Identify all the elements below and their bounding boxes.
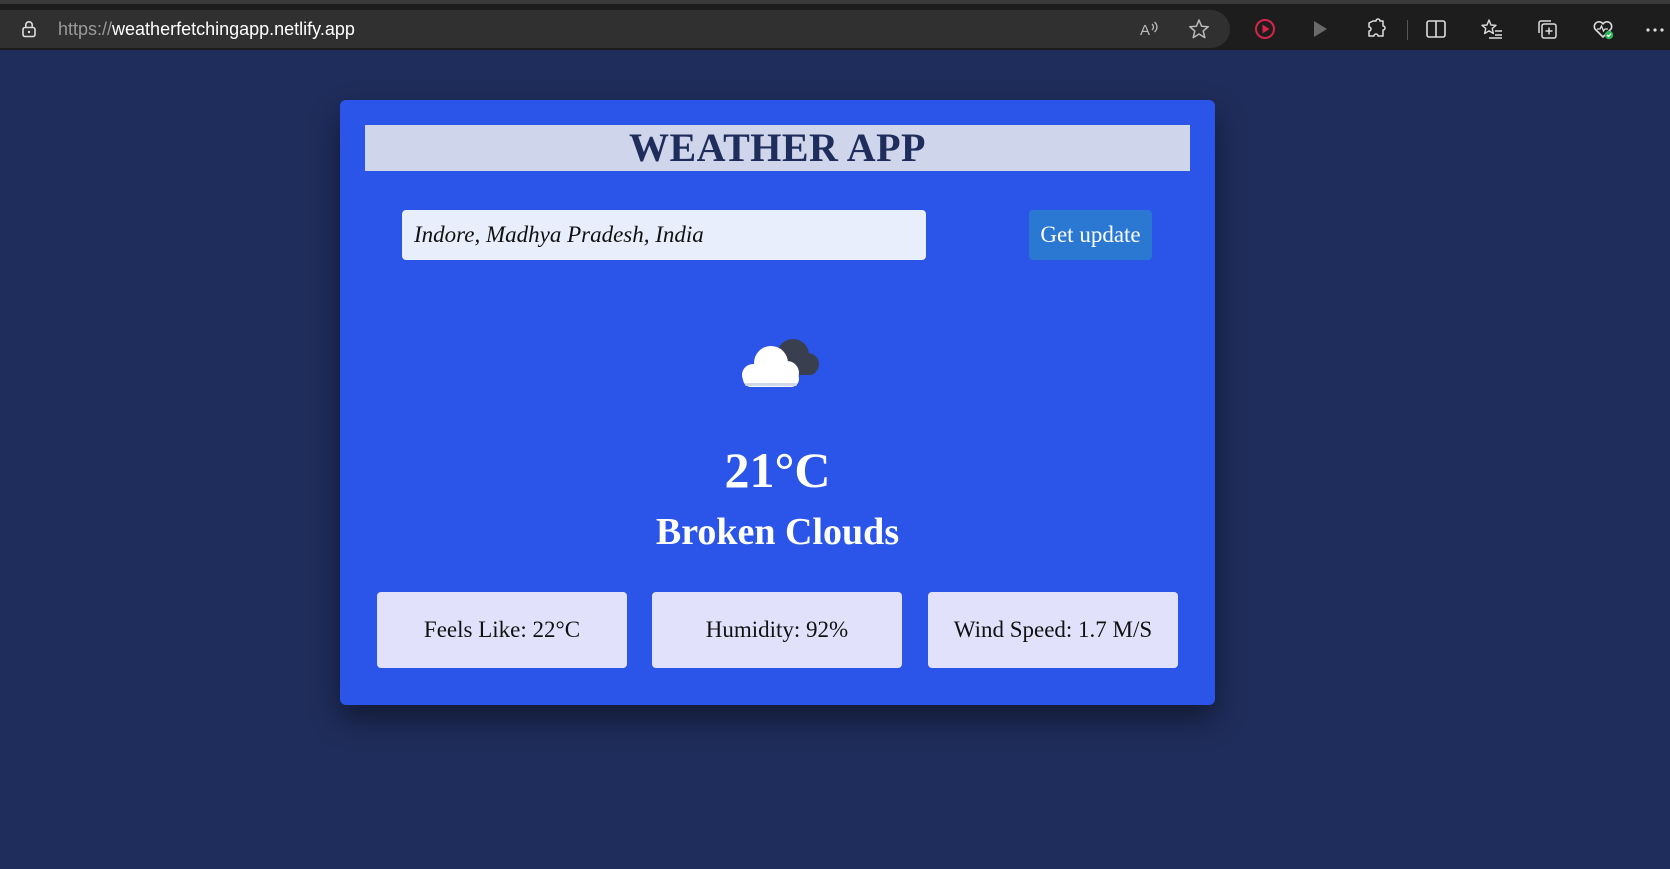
feels-like-stat: Feels Like: 22°C <box>377 592 627 668</box>
lock-icon[interactable] <box>20 20 38 38</box>
favorites-list-icon[interactable] <box>1481 18 1503 40</box>
app-title: WEATHER APP <box>365 125 1190 171</box>
read-aloud-icon[interactable]: A <box>1138 18 1160 40</box>
broken-clouds-icon <box>742 339 819 387</box>
address-bar[interactable]: https://weatherfetchingapp.netlify.app A <box>0 10 1230 48</box>
weather-condition: Broken Clouds <box>655 511 900 553</box>
svg-text:A: A <box>1140 22 1150 39</box>
location-search-input[interactable] <box>402 210 926 260</box>
play-icon[interactable] <box>1309 18 1331 40</box>
wind-speed-stat: Wind Speed: 1.7 M/S <box>928 592 1178 668</box>
weather-card: WEATHER APP Get update 21°C Broken Cloud… <box>340 100 1215 705</box>
browser-toolbar: https://weatherfetchingapp.netlify.app A <box>0 0 1670 50</box>
collections-icon[interactable] <box>1536 18 1558 40</box>
temperature-value: 21°C <box>724 442 831 498</box>
humidity-stat: Humidity: 92% <box>652 592 902 668</box>
favorite-star-icon[interactable] <box>1188 18 1210 40</box>
split-screen-icon[interactable] <box>1425 18 1447 40</box>
url-text[interactable]: https://weatherfetchingapp.netlify.app <box>58 19 355 40</box>
extensions-icon[interactable] <box>1365 18 1387 40</box>
more-menu-icon[interactable] <box>1645 18 1665 40</box>
get-update-button[interactable]: Get update <box>1029 210 1152 260</box>
toolbar-divider <box>1407 20 1408 40</box>
url-host: weatherfetchingapp.netlify.app <box>112 19 355 39</box>
browser-essentials-icon[interactable] <box>1592 18 1614 40</box>
record-icon[interactable] <box>1254 18 1276 40</box>
url-scheme: https:// <box>58 19 113 39</box>
